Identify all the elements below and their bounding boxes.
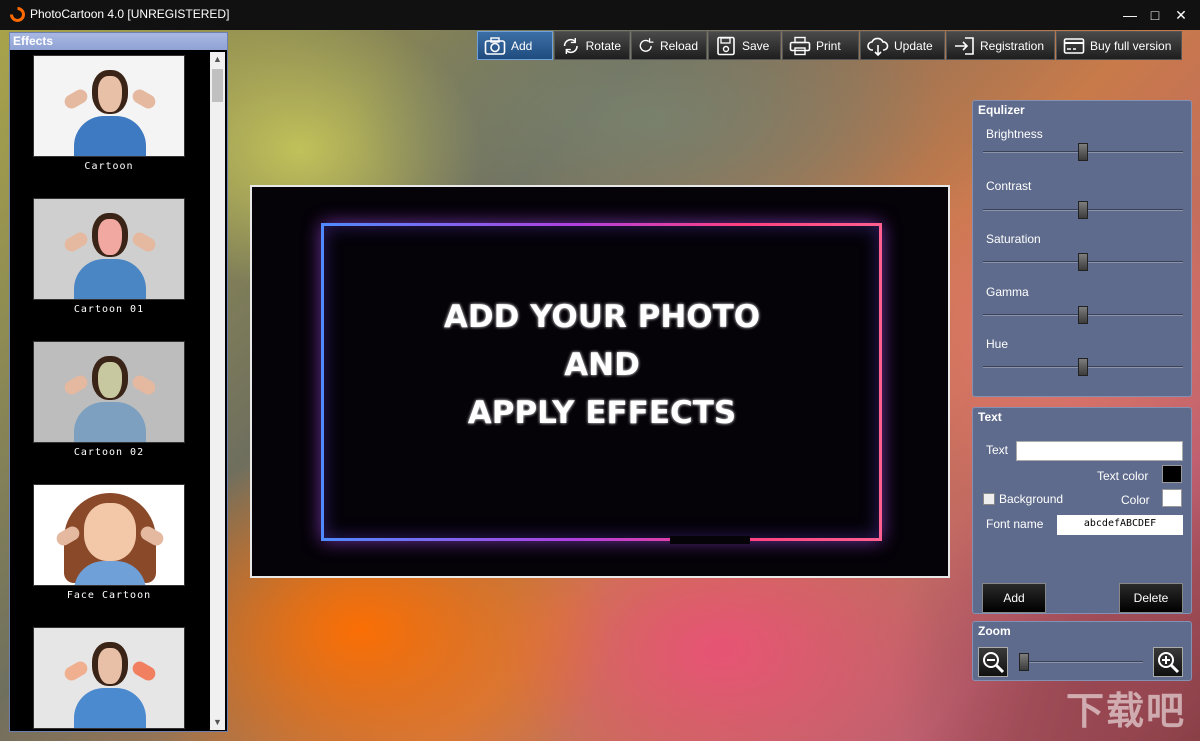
maximize-icon[interactable]: □ [1142, 4, 1168, 26]
text-panel-title: Text [978, 410, 1002, 424]
effects-scrollbar[interactable]: ▲ ▼ [210, 52, 225, 730]
canvas-line-3: APPLY EFFECTS [467, 395, 737, 431]
add-text-button[interactable]: Add [982, 583, 1046, 613]
canvas-line-1: ADD YOUR PHOTO [443, 299, 761, 335]
effect-label: Cartoon [84, 161, 134, 172]
background-checkbox[interactable] [983, 493, 995, 505]
hue-label: Hue [986, 337, 1009, 351]
photo-canvas[interactable]: ADD YOUR PHOTO AND APPLY EFFECTS [250, 185, 950, 578]
zoom-out-button[interactable] [978, 647, 1008, 677]
update-button[interactable]: Update [860, 31, 945, 60]
zoom-slider-knob[interactable] [1019, 653, 1029, 671]
text-panel: Text Text Text color Background Color Fo… [972, 407, 1192, 614]
effect-item-cartoon-02[interactable]: Cartoon 02 [33, 341, 185, 458]
rotate-icon [563, 37, 578, 54]
zoom-panel: Zoom [972, 621, 1192, 681]
effect-item-5[interactable] [33, 627, 185, 729]
buy-full-version-button[interactable]: Buy full version [1056, 31, 1182, 60]
effect-thumbnail-icon [33, 55, 185, 157]
scroll-up-icon[interactable]: ▲ [210, 52, 225, 67]
effect-label: Cartoon 02 [73, 447, 145, 458]
contrast-label: Contrast [986, 179, 1032, 193]
effect-item-cartoon-01[interactable]: Cartoon 01 [33, 198, 185, 315]
effect-label: Cartoon 01 [73, 304, 145, 315]
registration-button[interactable]: Registration [946, 31, 1055, 60]
reload-icon [639, 37, 654, 52]
effect-item-face-cartoon[interactable]: Face Cartoon [33, 484, 185, 601]
equalizer-panel: Equlizer Brightness Contrast Saturation … [972, 100, 1192, 397]
brightness-label: Brightness [986, 127, 1043, 141]
rotate-label: Rotate [585, 38, 621, 53]
window-title: PhotoCartoon 4.0 [UNREGISTERED] [30, 7, 230, 21]
camera-icon [484, 36, 506, 55]
print-button[interactable]: Print [782, 31, 859, 60]
save-button[interactable]: Save [708, 31, 781, 60]
watermark-logo: 下载吧 [1066, 691, 1187, 733]
zoom-in-icon [1158, 652, 1180, 674]
buy-full-version-label: Buy full version [1090, 38, 1172, 53]
effect-thumbnail-icon [33, 484, 185, 586]
hue-slider-knob[interactable] [1078, 358, 1088, 376]
color-label: Color [1121, 493, 1150, 507]
reload-label: Reload [659, 38, 698, 53]
canvas-line-2: AND [564, 347, 640, 383]
reload-button[interactable]: Reload [631, 31, 707, 60]
cloud-download-icon [867, 37, 889, 56]
credit-card-icon [1063, 37, 1085, 54]
delete-text-button[interactable]: Delete [1119, 583, 1183, 613]
add-label: Add [511, 38, 533, 53]
save-label: Save [742, 38, 770, 53]
effects-panel-title: Effects [10, 33, 227, 50]
saturation-slider-knob[interactable] [1078, 253, 1088, 271]
font-name-picker[interactable]: abcdefABCDEF [1057, 515, 1183, 535]
effects-panel: Effects Cartoon Cartoon 01 Cartoon 02 Fa… [9, 32, 228, 732]
effect-thumbnail-icon [33, 341, 185, 443]
text-color-swatch[interactable] [1162, 465, 1182, 483]
background-label: Background [999, 492, 1064, 506]
text-field-label: Text [986, 443, 1009, 457]
main-toolbar: Add Rotate Reload Save Print Update Regi… [477, 31, 1182, 60]
effect-label: Face Cartoon [66, 590, 152, 601]
zoom-out-icon [983, 652, 1005, 674]
contrast-slider-knob[interactable] [1078, 201, 1088, 219]
app-logo-icon [10, 7, 25, 22]
rotate-button[interactable]: Rotate [554, 31, 630, 60]
save-icon [717, 36, 735, 55]
effect-thumbnail-icon [33, 627, 185, 729]
scroll-down-icon[interactable]: ▼ [210, 715, 225, 730]
close-icon[interactable]: ✕ [1168, 4, 1194, 26]
scrollbar-thumb[interactable] [212, 69, 223, 102]
zoom-in-button[interactable] [1153, 647, 1183, 677]
text-color-label: Text color [1097, 469, 1149, 483]
effect-thumbnail-icon [33, 198, 185, 300]
gamma-slider-knob[interactable] [1078, 306, 1088, 324]
minimize-icon[interactable]: — [1117, 4, 1143, 26]
zoom-slider[interactable] [1019, 661, 1143, 663]
brightness-slider-knob[interactable] [1078, 143, 1088, 161]
zoom-title: Zoom [978, 624, 1011, 638]
registration-label: Registration [980, 38, 1045, 53]
font-name-label: Font name [986, 517, 1044, 531]
title-bar: PhotoCartoon 4.0 [UNREGISTERED] — □ ✕ [0, 0, 1200, 30]
saturation-label: Saturation [986, 232, 1041, 246]
print-label: Print [816, 38, 841, 53]
background-color-swatch[interactable] [1162, 489, 1182, 507]
effect-item-cartoon[interactable]: Cartoon [33, 55, 185, 172]
update-label: Update [894, 38, 933, 53]
gamma-label: Gamma [986, 285, 1029, 299]
add-button[interactable]: Add [477, 31, 553, 60]
print-icon [789, 36, 811, 55]
sign-in-icon [955, 36, 974, 55]
text-input[interactable] [1016, 441, 1183, 461]
equalizer-title: Equlizer [978, 103, 1025, 117]
